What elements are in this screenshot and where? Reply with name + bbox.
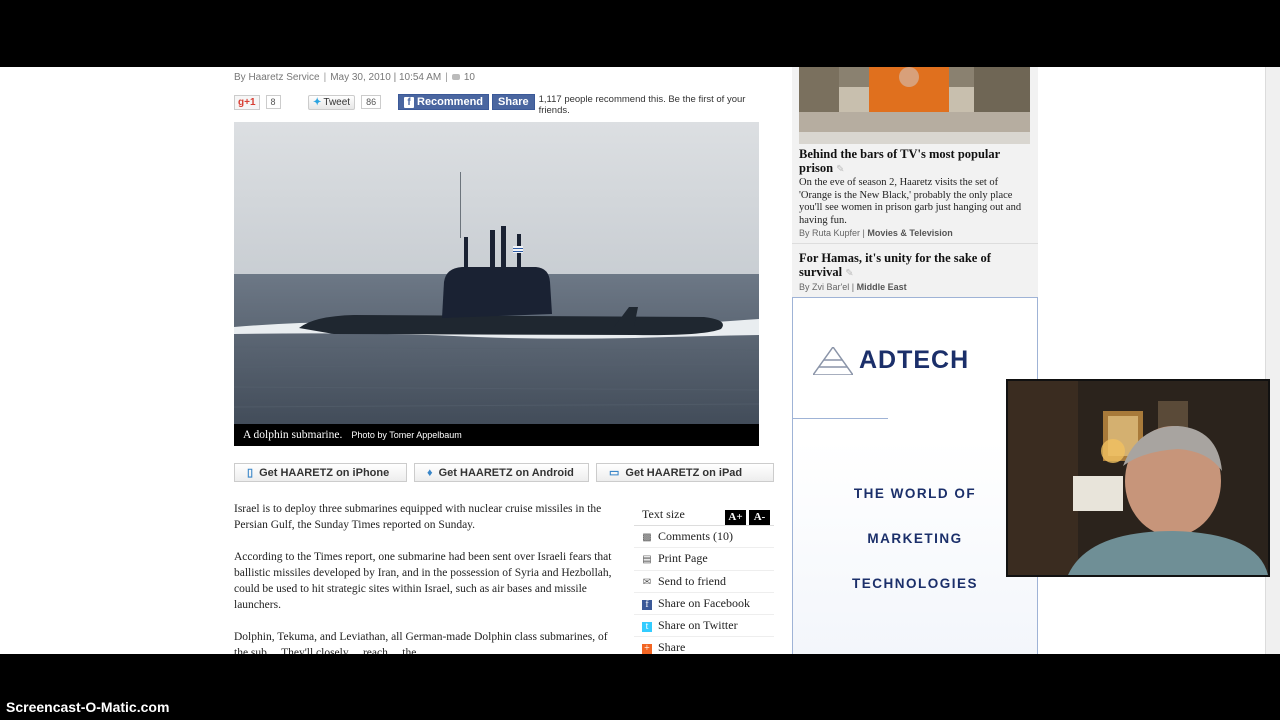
adtech-triangle-icon (813, 346, 853, 375)
article-photo: A dolphin submarine. Photo by Tomer Appel… (234, 122, 759, 446)
gplus-widget: g+1 8 (234, 95, 281, 110)
tool-share[interactable]: + Share (634, 637, 774, 654)
screencast-watermark: Screencast-O-Matic.com (6, 699, 170, 715)
fb-share-button[interactable]: Share (492, 94, 535, 110)
article-byline: By Haaretz Service | May 30, 2010 | 10:54 … (234, 72, 475, 83)
story1-thumbnail[interactable] (799, 67, 1030, 144)
comment-icon: ▩ (642, 532, 652, 543)
facebook-icon: f (642, 599, 652, 610)
article-paragraph-2: According to the Times report, one subma… (234, 551, 612, 611)
byline-date: May 30, 2010 | 10:54 AM (330, 72, 442, 83)
adtech-brand: ADTECH (859, 346, 970, 374)
story1-author[interactable]: By Ruta Kupfer (799, 228, 860, 238)
text-size-increase-button[interactable]: A+ (725, 510, 746, 525)
tool-send-label: Send to friend (658, 573, 726, 588)
recording-letterbox (0, 654, 1280, 720)
photo-caption-bar: A dolphin submarine. Photo by Tomer Appel… (234, 424, 759, 446)
twitter-icon: t (642, 622, 652, 633)
fb-recommend-text: 1,117 people recommend this. Be the firs… (538, 94, 746, 116)
get-ipad-app-button[interactable]: ▭ Get HAARETZ on iPad (596, 463, 774, 482)
story2-author[interactable]: By Zvi Bar'el (799, 282, 849, 292)
story1-title-text[interactable]: Behind the bars of TV's most popular pri… (799, 147, 1000, 175)
gplus-button[interactable]: g+1 (234, 95, 260, 110)
story2-title-text[interactable]: For Hamas, it's unity for the sake of su… (799, 251, 991, 279)
get-iphone-app-button[interactable]: ▯ Get HAARETZ on iPhone (234, 463, 407, 482)
article-paragraph-1: Israel is to deploy three submarines equ… (234, 503, 602, 531)
fb-recommend-label: Recommend (417, 96, 484, 108)
tool-send-to-friend[interactable]: ✉ Send to friend (634, 571, 774, 593)
share-icon: + (642, 644, 652, 654)
story1-meta: By Ruta Kupfer | Movies & Television (799, 228, 953, 238)
ipad-icon: ▭ (609, 467, 620, 479)
photo-caption: A dolphin submarine. (243, 429, 343, 441)
tool-comments-label: Comments (10) (658, 529, 733, 543)
text-size-decrease-button[interactable]: A- (749, 510, 770, 525)
tool-share-twitter[interactable]: t Share on Twitter (634, 615, 774, 638)
pencil-icon: ✎ (845, 268, 854, 279)
byline-author[interactable]: By Haaretz Service (234, 72, 320, 83)
android-app-label: Get HAARETZ on Android (438, 467, 574, 479)
adtech-advertisement[interactable]: ADTECH THE WORLD OF MARKETING TECHNOLOGI… (792, 297, 1038, 654)
prison-scene-image (799, 67, 1030, 144)
story1-section[interactable]: Movies & Television (867, 228, 952, 238)
story2-section[interactable]: Middle East (857, 282, 907, 292)
submarine-image (234, 122, 759, 446)
ad-rule (793, 418, 888, 419)
tweet-widget: ✦ Tweet 86 (308, 95, 382, 110)
tool-share-label: Share (658, 640, 686, 654)
webcam-overlay (1006, 379, 1270, 577)
story1-description: On the eve of season 2, Haaretz visits t… (799, 177, 1022, 226)
ipad-app-label: Get HAARETZ on iPad (625, 467, 743, 479)
article-paragraph-3: Dolphin, Tekuma, and Leviathan, all Germ… (234, 631, 608, 654)
adtech-logo: ADTECH (813, 346, 969, 375)
iphone-icon: ▯ (247, 467, 254, 479)
text-size-control: Text size A+ A- (634, 504, 774, 526)
article-body: Israel is to deploy three submarines equ… (234, 501, 612, 654)
tool-comments[interactable]: ▩ Comments (10) (634, 526, 774, 549)
tool-print-label: Print Page (658, 551, 708, 566)
fb-recommend-button[interactable]: f Recommend (398, 94, 490, 110)
story1-title[interactable]: Behind the bars of TV's most popular pri… (799, 147, 1031, 177)
tool-print-page[interactable]: ▤ Print Page (634, 548, 774, 571)
story2-meta: By Zvi Bar'el | Middle East (799, 282, 907, 292)
facebook-widget: f Recommend Share 1,117 people recommend th… (398, 94, 779, 116)
ad-line-2: MARKETING (867, 531, 963, 546)
tool-share-facebook[interactable]: f Share on Facebook (634, 593, 774, 616)
comment-bubble-icon (451, 74, 460, 81)
facebook-f-icon: f (404, 97, 414, 108)
related-stories-sidebar: Behind the bars of TV's most popular pri… (792, 67, 1038, 297)
print-icon: ▤ (642, 554, 652, 566)
ad-line-1: THE WORLD OF (853, 486, 977, 501)
tweet-button[interactable]: ✦ Tweet (308, 95, 356, 110)
article-tools: Text size A+ A- ▩ Comments (10) ▤ Print Pag… (634, 504, 774, 654)
gplus-count: 8 (265, 95, 281, 109)
photo-credit: Photo by Tomer Appelbaum (351, 430, 462, 440)
tweet-count: 86 (361, 95, 382, 109)
get-android-app-button[interactable]: ♦ Get HAARETZ on Android (414, 463, 589, 482)
sidebar-divider (792, 243, 1038, 244)
pencil-icon: ✎ (836, 164, 845, 175)
iphone-app-label: Get HAARETZ on iPhone (259, 467, 390, 479)
tweet-label: Tweet (323, 97, 351, 108)
story2-title[interactable]: For Hamas, it's unity for the sake of su… (799, 251, 1031, 281)
text-size-label: Text size (642, 507, 685, 521)
tool-twitter-label: Share on Twitter (658, 618, 738, 633)
byline-comment-count[interactable]: 10 (464, 72, 475, 83)
android-icon: ♦ (427, 467, 433, 479)
tool-facebook-label: Share on Facebook (658, 595, 750, 610)
mail-icon: ✉ (642, 576, 652, 588)
webcam-video (1008, 381, 1268, 575)
twitter-bird-icon: ✦ (313, 97, 322, 108)
ad-line-3: TECHNOLOGIES (851, 576, 978, 591)
